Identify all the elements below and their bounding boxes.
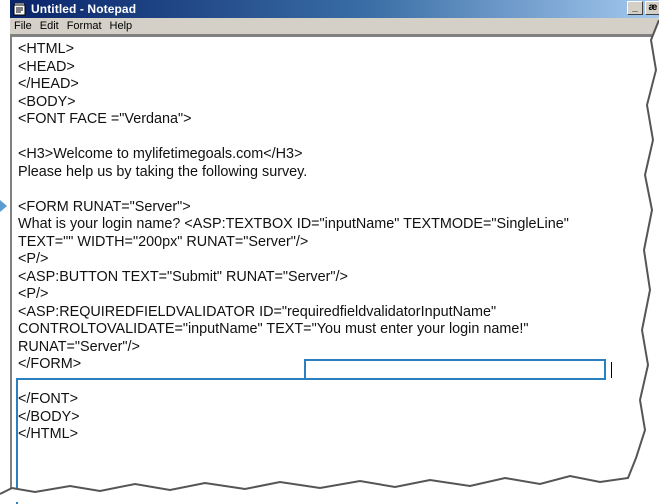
code-line: </BODY> [18, 408, 80, 425]
code-line: TEXT="" WIDTH="200px" RUNAT="Server"/> [18, 233, 309, 250]
code-line: What is your login name? <ASP:TEXTBOX ID… [18, 216, 569, 232]
code-line: <FONT FACE ="Verdana"> [18, 111, 192, 127]
code-line: <FORM RUNAT="Server"> [18, 198, 191, 215]
code-line: </HEAD> [18, 76, 79, 92]
code-line: <BODY> [18, 93, 76, 110]
text-editor-area[interactable]: <HTML> <HEAD> </HEAD> <BODY> <FONT FACE ="Ve… [10, 35, 659, 504]
code-line: </HTML> [18, 426, 78, 442]
menu-file[interactable]: File [10, 18, 36, 35]
code-line: <HTML> [18, 41, 74, 57]
notepad-icon [13, 2, 27, 16]
code-text: <HTML> <HEAD> </HEAD> <BODY> <FONT FACE ="Ve… [18, 41, 569, 444]
window-controls: _ æ [625, 1, 659, 15]
menu-help[interactable]: Help [106, 18, 137, 35]
code-line: <P/> [18, 251, 49, 267]
code-line: RUNAT="Server"/> [18, 338, 140, 355]
code-line: <HEAD> [18, 58, 75, 75]
code-line: Please help us by taking the following s… [18, 163, 308, 180]
code-line: CONTROLTOVALIDATE="inputName" TEXT="You … [18, 321, 529, 337]
maximize-button[interactable]: æ [645, 1, 659, 15]
callout-line [16, 378, 18, 504]
arrow-pointer-icon [0, 200, 7, 212]
menu-edit[interactable]: Edit [36, 18, 63, 35]
notepad-window: Untitled - Notepad _ æ File Edit Format … [8, 0, 659, 504]
code-line: <ASP:BUTTON TEXT="Submit" RUNAT="Server"… [18, 268, 348, 285]
code-line: <P/> [18, 286, 49, 302]
code-line: <H3>Welcome to mylifetimegoals.com</H3> [18, 146, 303, 162]
title-bar[interactable]: Untitled - Notepad _ æ [10, 0, 659, 18]
menu-format[interactable]: Format [63, 18, 106, 35]
code-line: </FONT> [18, 391, 78, 407]
highlight-text-attribute [304, 359, 606, 380]
callout-connector [16, 378, 306, 380]
window-title: Untitled - Notepad [31, 2, 137, 16]
minimize-button[interactable]: _ [627, 1, 643, 15]
text-cursor [611, 362, 612, 378]
code-line: <ASP:REQUIREDFIELDVALIDATOR ID="required… [18, 303, 497, 320]
menu-bar: File Edit Format Help [10, 18, 659, 35]
